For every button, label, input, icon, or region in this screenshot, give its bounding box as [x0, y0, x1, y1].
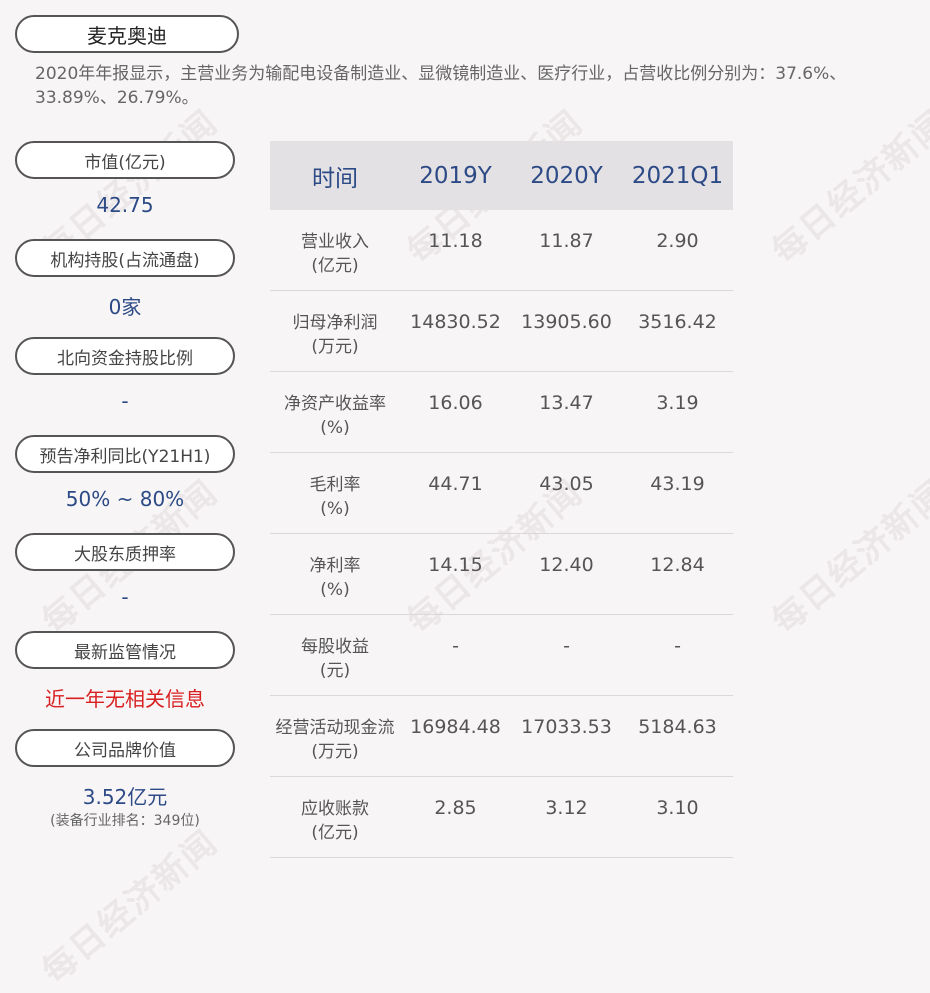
header-cell: 2020Y — [530, 162, 603, 189]
table-cell: 44.71 — [428, 473, 483, 495]
row-label-name: 经营活动现金流 — [275, 718, 395, 738]
metric-value: 50% ~ 80% — [65, 487, 185, 511]
table-cell: 2.85 — [434, 797, 477, 819]
business-summary: 2020年年报显示，主营业务为输配电设备制造业、显微镜制造业、医疗行业，占营收比… — [35, 64, 847, 108]
table-cell: 13.47 — [539, 392, 594, 414]
table-cell: 13905.60 — [521, 311, 612, 333]
row-label: 净利率 (%) — [270, 554, 400, 602]
metric-note: (装备行业排名：349位) — [50, 813, 200, 829]
metric-label: 机构持股(占流通盘) — [15, 239, 235, 277]
row-label: 每股收益 (元) — [270, 635, 400, 683]
metric-value: - — [121, 389, 129, 413]
metric-label: 市值(亿元) — [15, 141, 235, 179]
row-label: 营业收入 (亿元) — [270, 230, 400, 278]
table-cell: 5184.63 — [638, 716, 717, 738]
table-cell: 12.84 — [650, 554, 705, 576]
metric-value: 0家 — [108, 295, 142, 319]
row-label: 应收账款 (亿元) — [270, 797, 400, 845]
table-cell: 11.87 — [539, 230, 594, 252]
watermark: 每日经济新闻 — [764, 472, 930, 642]
table-cell: 11.18 — [428, 230, 483, 252]
metric-pledge-ratio: 大股东质押率 - — [15, 533, 235, 631]
table-row: 毛利率 (%) 44.71 43.05 43.19 — [270, 453, 733, 534]
metric-northbound-ratio: 北向资金持股比例 - — [15, 337, 235, 435]
row-label-unit: (亿元) — [311, 256, 359, 276]
metric-institutional-holdings: 机构持股(占流通盘) 0家 — [15, 239, 235, 337]
table-row: 净资产收益率 (%) 16.06 13.47 3.19 — [270, 372, 733, 453]
table-row: 应收账款 (亿元) 2.85 3.12 3.10 — [270, 777, 733, 858]
table-cell: 3.19 — [656, 392, 699, 414]
row-label-name: 归母净利润 — [292, 313, 378, 333]
row-label-name: 净利率 — [309, 556, 361, 576]
header-cell: 2019Y — [419, 162, 492, 189]
table-cell: 14.15 — [428, 554, 483, 576]
table-cell: 17033.53 — [521, 716, 612, 738]
row-label-name: 净资产收益率 — [284, 394, 386, 414]
metric-label: 公司品牌价值 — [15, 729, 235, 767]
row-label-unit: (元) — [319, 661, 351, 681]
table-cell: - — [563, 635, 570, 657]
table-cell: 16984.48 — [410, 716, 501, 738]
table-header: 时间 2019Y 2020Y 2021Q1 — [270, 141, 733, 210]
row-label-unit: (%) — [320, 580, 350, 600]
metric-label: 大股东质押率 — [15, 533, 235, 571]
header-cell: 2021Q1 — [631, 162, 724, 189]
metric-profit-forecast: 预告净利同比(Y21H1) 50% ~ 80% — [15, 435, 235, 533]
metric-label: 北向资金持股比例 — [15, 337, 235, 375]
row-label-unit: (%) — [320, 418, 350, 438]
table-cell: 43.05 — [539, 473, 594, 495]
row-label: 经营活动现金流 (万元) — [270, 716, 400, 764]
financial-table: 时间 2019Y 2020Y 2021Q1 营业收入 (亿元) 11.18 11.87… — [270, 141, 733, 858]
table-body: 营业收入 (亿元) 11.18 11.87 2.90 归母净利润 (万元) 14830.52 1… — [270, 210, 733, 858]
table-cell: - — [452, 635, 459, 657]
table-cell: 14830.52 — [410, 311, 501, 333]
row-label-name: 毛利率 — [309, 475, 361, 495]
metric-brand-value: 公司品牌价值 3.52亿元 (装备行业排名：349位) — [15, 729, 235, 829]
table-cell: - — [674, 635, 681, 657]
header-cell: 时间 — [312, 165, 358, 192]
table-row: 净利率 (%) 14.15 12.40 12.84 — [270, 534, 733, 615]
table-row: 每股收益 (元) - - - — [270, 615, 733, 696]
metric-value: 近一年无相关信息 — [45, 687, 205, 711]
row-label-name: 应收账款 — [301, 799, 369, 819]
row-label-name: 每股收益 — [301, 637, 369, 657]
metric-market-cap: 市值(亿元) 42.75 — [15, 141, 235, 239]
metric-label: 最新监管情况 — [15, 631, 235, 669]
table-cell: 3.12 — [545, 797, 588, 819]
metric-regulatory-status: 最新监管情况 近一年无相关信息 — [15, 631, 235, 729]
table-row: 营业收入 (亿元) 11.18 11.87 2.90 — [270, 210, 733, 291]
table-cell: 12.40 — [539, 554, 594, 576]
watermark: 每日经济新闻 — [764, 102, 930, 272]
row-label-unit: (%) — [320, 499, 350, 519]
row-label-unit: (万元) — [311, 742, 359, 762]
table-row: 归母净利润 (万元) 14830.52 13905.60 3516.42 — [270, 291, 733, 372]
metric-label: 预告净利同比(Y21H1) — [15, 435, 235, 473]
table-cell: 43.19 — [650, 473, 705, 495]
row-label: 毛利率 (%) — [270, 473, 400, 521]
metric-value: 42.75 — [96, 193, 154, 217]
table-cell: 3516.42 — [638, 311, 717, 333]
table-cell: 2.90 — [656, 230, 699, 252]
row-label-unit: (万元) — [311, 337, 359, 357]
row-label-unit: (亿元) — [311, 823, 359, 843]
table-row: 经营活动现金流 (万元) 16984.48 17033.53 5184.63 — [270, 696, 733, 777]
watermark: 每日经济新闻 — [34, 822, 226, 992]
metric-value: - — [121, 585, 129, 609]
metric-value: 3.52亿元 — [82, 785, 168, 809]
table-cell: 3.10 — [656, 797, 699, 819]
row-label: 归母净利润 (万元) — [270, 311, 400, 359]
company-title: 麦克奥迪 — [15, 15, 239, 53]
metrics-column: 市值(亿元) 42.75 机构持股(占流通盘) 0家 北向资金持股比例 - 预告… — [15, 141, 235, 829]
row-label-name: 营业收入 — [301, 232, 369, 252]
table-cell: 16.06 — [428, 392, 483, 414]
row-label: 净资产收益率 (%) — [270, 392, 400, 440]
